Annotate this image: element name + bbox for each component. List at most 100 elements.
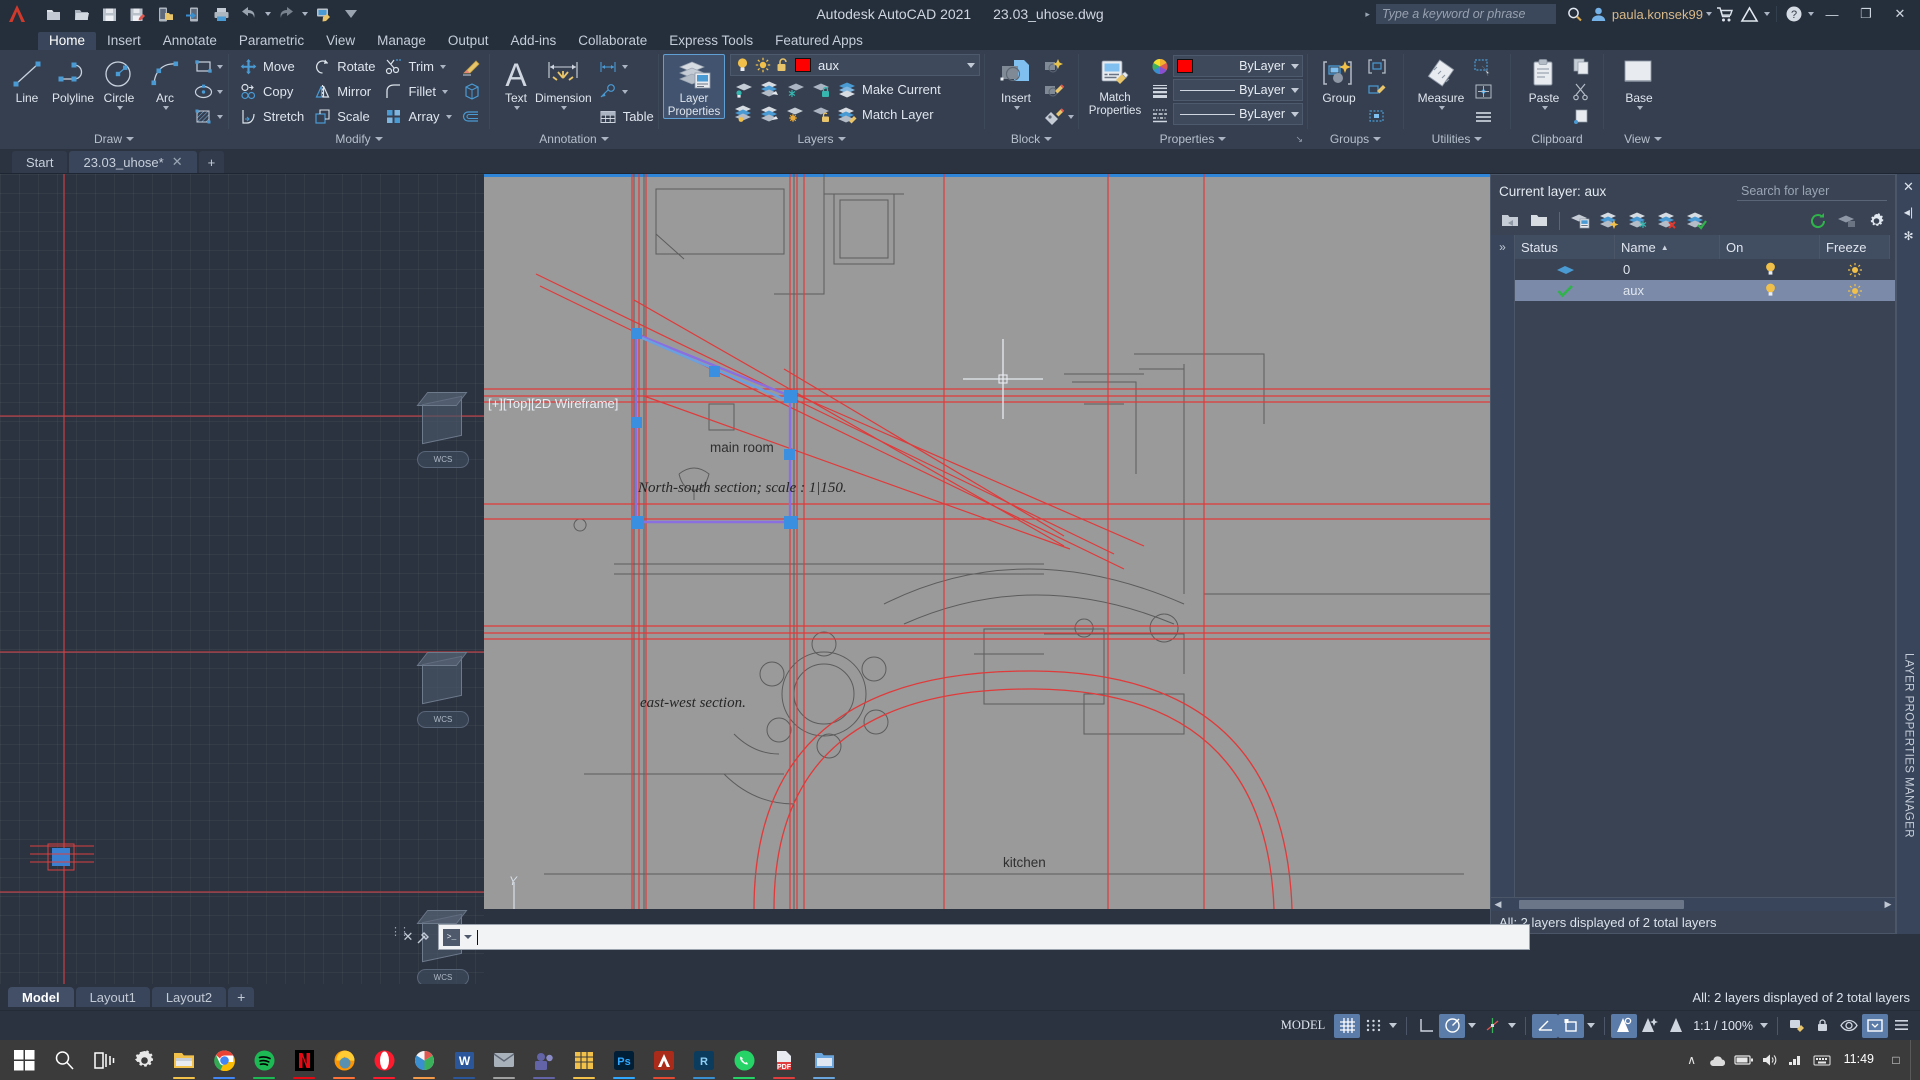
ribbon-tab-home[interactable]: Home [38, 32, 97, 50]
chevron-down-icon[interactable] [1044, 137, 1053, 141]
chevron-down-icon[interactable] [374, 137, 383, 141]
utilities-more-button[interactable] [1470, 104, 1496, 129]
spotify-app[interactable] [244, 1040, 284, 1080]
paste-button[interactable]: Paste [1521, 54, 1567, 111]
chevron-down-icon[interactable] [126, 137, 134, 141]
panel-dialog-launcher[interactable]: ↘ [1295, 134, 1303, 145]
ribbon-tab-collaborate[interactable]: Collaborate [567, 32, 658, 50]
dimension-button[interactable]: Dimension [534, 54, 593, 111]
paint-app[interactable] [404, 1040, 444, 1080]
quick-select-button[interactable] [1470, 54, 1496, 79]
base-view-button[interactable]: Base [1616, 54, 1662, 111]
view-cube-2[interactable] [414, 652, 472, 714]
document-tab-start[interactable]: Start [12, 151, 68, 173]
grid-display-toggle[interactable] [1334, 1013, 1361, 1038]
isolate-objects-button[interactable] [1836, 1014, 1862, 1038]
layer-states-manager-button[interactable] [1567, 209, 1593, 234]
mirror-button[interactable]: Mirror [309, 79, 380, 104]
point-style-button[interactable] [1470, 79, 1496, 104]
settings-button[interactable] [1863, 209, 1889, 234]
array-button[interactable]: Array [381, 104, 457, 129]
new-layer-frozen-button[interactable] [1625, 209, 1651, 234]
column-header-name[interactable]: Name ▲ [1615, 235, 1720, 259]
layer-unisolate-button[interactable] [756, 77, 782, 102]
clean-screen-button[interactable] [1862, 1013, 1888, 1038]
ellipse-button[interactable] [190, 79, 216, 104]
viewport-config-label[interactable]: [+][Top][2D Wireframe] [488, 396, 618, 411]
hatch-dropdown-icon[interactable] [217, 114, 223, 119]
leader-dropdown-icon[interactable] [621, 89, 628, 94]
chevron-down-icon[interactable] [967, 62, 975, 68]
ribbon-tab-view[interactable]: View [315, 32, 366, 50]
save-as-icon[interactable] [124, 2, 150, 26]
layer-color-swatch[interactable] [795, 58, 811, 72]
array-dropdown-icon[interactable] [445, 114, 452, 119]
redo-dropdown-icon[interactable] [302, 12, 308, 16]
insert-block-button[interactable]: Insert [993, 54, 1039, 111]
row-on-cell[interactable] [1720, 280, 1820, 301]
viewport-main[interactable]: main room North-south section; scale : 1… [484, 174, 1490, 909]
trim-button[interactable]: Trim [381, 54, 452, 79]
measure-button[interactable]: Measure [1414, 54, 1468, 111]
layer-on-icon[interactable] [735, 57, 750, 74]
layer-unlock-all-button[interactable] [808, 102, 834, 127]
polar-tracking-toggle[interactable] [1439, 1013, 1466, 1038]
avatar[interactable] [1588, 2, 1610, 26]
ellipse-dropdown-icon[interactable] [217, 89, 223, 94]
dim-style-dropdown-icon[interactable] [621, 64, 628, 69]
panel-title-properties[interactable]: Properties ↘ [1079, 129, 1307, 149]
photoshop-app[interactable]: Ps [604, 1040, 644, 1080]
tray-up-arrow-icon[interactable]: ∧ [1680, 1040, 1704, 1080]
document-tab-drawing[interactable]: 23.03_uhose* ✕ [69, 151, 197, 173]
panel-title-layers[interactable]: Layers [659, 129, 984, 149]
auto-hide-icon[interactable]: ◂| [1904, 205, 1913, 219]
linetype-combo[interactable]: ByLayer [1173, 103, 1303, 125]
model-space-button[interactable]: MODEL [1272, 1015, 1334, 1037]
undo-icon[interactable] [236, 2, 262, 26]
chevron-down-icon[interactable] [1291, 87, 1299, 93]
layer-properties-button[interactable]: Layer Properties [663, 54, 725, 120]
new-group-filter-button[interactable] [1526, 209, 1552, 234]
layer-turn-all-on-button[interactable] [756, 102, 782, 127]
object-snap-toggle[interactable] [1558, 1013, 1585, 1038]
edit-attribute-button[interactable] [1041, 104, 1067, 129]
ribbon-tab-featured-apps[interactable]: Featured Apps [764, 32, 874, 50]
copy-button[interactable]: Copy [235, 79, 309, 104]
rectangle-dropdown-icon[interactable] [217, 64, 223, 69]
row-name-cell[interactable]: 0 [1615, 259, 1720, 280]
chevron-down-icon[interactable] [1291, 63, 1299, 69]
netflix-app[interactable] [284, 1040, 324, 1080]
layer-table-hscrollbar[interactable]: ◀ ▶ [1491, 897, 1895, 911]
navigation-bar-3[interactable]: WCS [417, 969, 469, 984]
scroll-left-icon[interactable]: ◀ [1491, 899, 1505, 910]
scrollbar-thumb[interactable] [1519, 900, 1684, 909]
dimension-dropdown-icon[interactable] [560, 106, 567, 111]
plot-icon[interactable] [208, 2, 234, 26]
arc-button[interactable]: Arc [142, 54, 188, 111]
save-icon[interactable] [96, 2, 122, 26]
autocad-app[interactable] [644, 1040, 684, 1080]
sheets-app[interactable] [564, 1040, 604, 1080]
close-icon[interactable]: ✕ [400, 929, 416, 945]
workspace-switching-button[interactable] [1784, 1014, 1810, 1038]
lineweight-button[interactable] [1147, 78, 1173, 103]
table-row[interactable]: 0 [1515, 259, 1895, 280]
teams-app[interactable] [524, 1040, 564, 1080]
row-name-cell[interactable]: aux [1615, 280, 1720, 301]
filter-tree-collapse-button[interactable]: » [1491, 235, 1515, 897]
panel-title-draw[interactable]: Draw [0, 129, 228, 149]
layout-tab-layout2[interactable]: Layout2 [151, 987, 227, 1007]
column-header-status[interactable]: Status [1515, 235, 1615, 259]
help-icon[interactable]: ? [1783, 2, 1805, 26]
row-status-cell[interactable] [1515, 259, 1615, 280]
lineweight-combo[interactable]: ByLayer [1173, 79, 1303, 101]
revit-app[interactable]: R [684, 1040, 724, 1080]
column-header-on[interactable]: On [1720, 235, 1820, 259]
layer-freeze-sun-icon[interactable] [755, 57, 771, 73]
notification-center-button[interactable]: □ [1884, 1040, 1908, 1080]
customization-button[interactable] [1888, 1014, 1914, 1038]
new-property-filter-button[interactable] [1497, 209, 1523, 234]
delete-layer-button[interactable] [1654, 209, 1680, 234]
ribbon-tab-addins[interactable]: Add-ins [499, 32, 567, 50]
base-dropdown-icon[interactable] [1636, 106, 1643, 111]
